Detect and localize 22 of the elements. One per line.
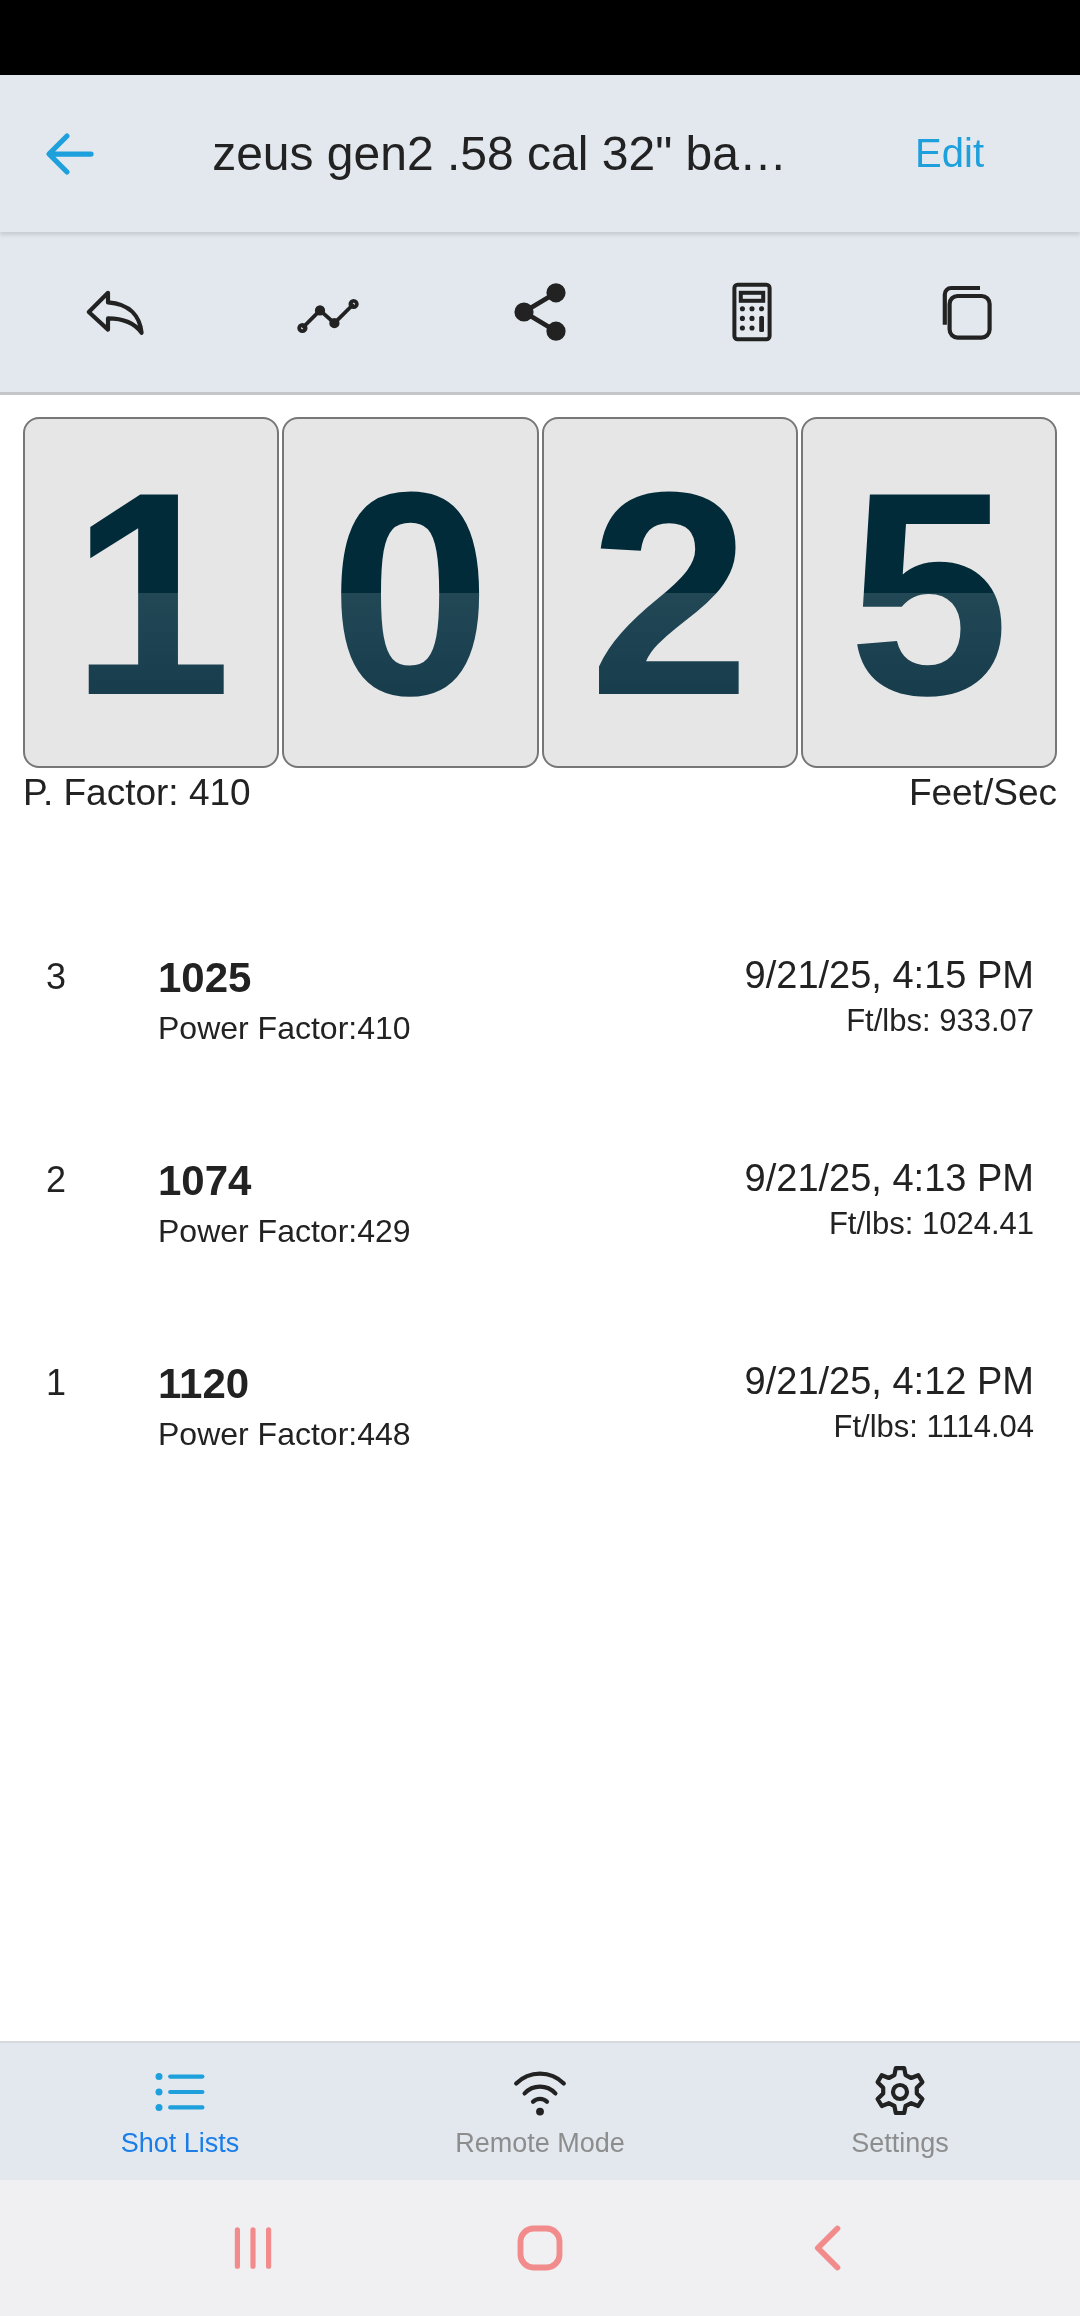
shot-number: 1: [46, 1361, 68, 1404]
shot-time: 9/21/25, 4:12 PM: [744, 1360, 1034, 1403]
shot-number: 3: [46, 955, 68, 998]
shot-velocity: 1074: [158, 1157, 253, 1205]
shot-number: 2: [46, 1158, 68, 1201]
edit-button[interactable]: Edit: [899, 123, 1000, 184]
shot-velocity: 1120: [158, 1360, 251, 1408]
shot-energy: Ft/lbs: 933.07: [846, 1003, 1034, 1039]
power-factor-label: P. Factor: 410: [23, 772, 251, 814]
nav-tab[interactable]: Settings: [720, 2043, 1080, 2180]
shot-energy: Ft/lbs: 1024.41: [828, 1206, 1034, 1242]
nav-tab[interactable]: Shot Lists: [0, 2043, 360, 2180]
shot-power-factor: Power Factor:429: [158, 1213, 412, 1250]
shot-power-factor: Power Factor:410: [158, 1010, 412, 1047]
shot-power-factor: Power Factor:448: [158, 1416, 412, 1453]
unit-label: Feet/Sec: [908, 772, 1057, 814]
shot-velocity: 1025: [158, 954, 253, 1002]
shot-time: 9/21/25, 4:13 PM: [744, 1157, 1034, 1200]
shot-energy: Ft/lbs: 1114.04: [833, 1409, 1034, 1445]
shot-time: 9/21/25, 4:15 PM: [744, 954, 1034, 997]
nav-tab[interactable]: Remote Mode: [360, 2043, 720, 2180]
screen-title: zeus gen2 .58 cal 32" ba…: [211, 126, 788, 181]
